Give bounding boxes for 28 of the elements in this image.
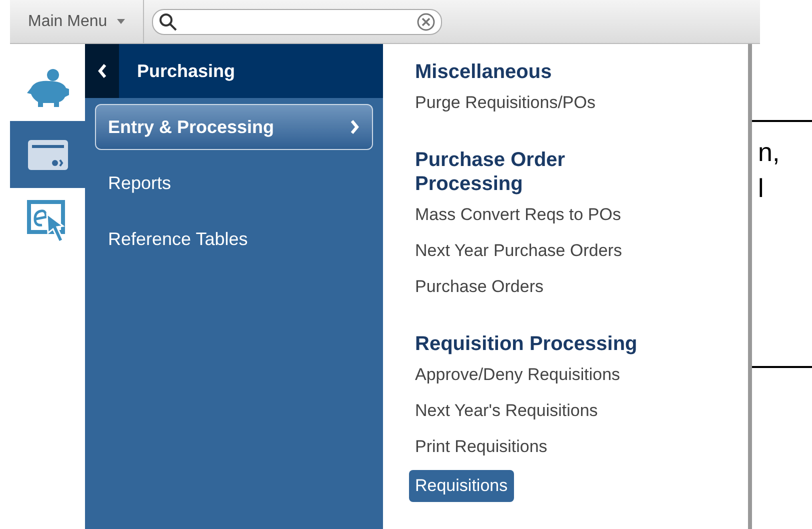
- module-tab[interactable]: [10, 121, 85, 188]
- piggy-bank-icon: [24, 68, 70, 108]
- menu-link[interactable]: Purge Requisitions/POs: [409, 90, 602, 116]
- menu-link[interactable]: Next Year's Requisitions: [409, 398, 604, 424]
- menu-link[interactable]: Purchase Orders: [409, 274, 550, 300]
- search-field[interactable]: [152, 8, 442, 34]
- submenu-item[interactable]: Reference Tables: [95, 216, 373, 262]
- menu-link[interactable]: Mass Convert Reqs to POs: [409, 202, 627, 228]
- submenu-item[interactable]: Reports: [95, 160, 373, 206]
- submenu-item[interactable]: Entry & Processing: [95, 104, 373, 150]
- menu-link[interactable]: Requisitions: [409, 470, 514, 502]
- section-heading: Miscellaneous: [415, 60, 553, 84]
- section-heading: Purchase Order Processing: [415, 148, 566, 196]
- main-menu-button[interactable]: Main Menu: [10, 0, 144, 43]
- card-icon: [26, 138, 68, 170]
- back-button[interactable]: [85, 44, 119, 98]
- chevron-right-icon: [350, 119, 360, 135]
- background-text: n,: [758, 136, 781, 169]
- section-heading: Requisition Processing: [415, 332, 638, 356]
- search-icon: [159, 12, 178, 30]
- menu-link[interactable]: Approve/Deny Requisitions: [409, 362, 626, 388]
- caret-icon: [117, 19, 126, 24]
- background-text: l: [758, 172, 765, 205]
- clear-icon[interactable]: [417, 12, 436, 30]
- chevron-left-icon: [97, 63, 107, 79]
- submenu-title: Purchasing: [137, 60, 236, 83]
- menu-link[interactable]: Print Requisitions: [409, 434, 554, 460]
- menu-link[interactable]: Next Year Purchase Orders: [409, 238, 628, 264]
